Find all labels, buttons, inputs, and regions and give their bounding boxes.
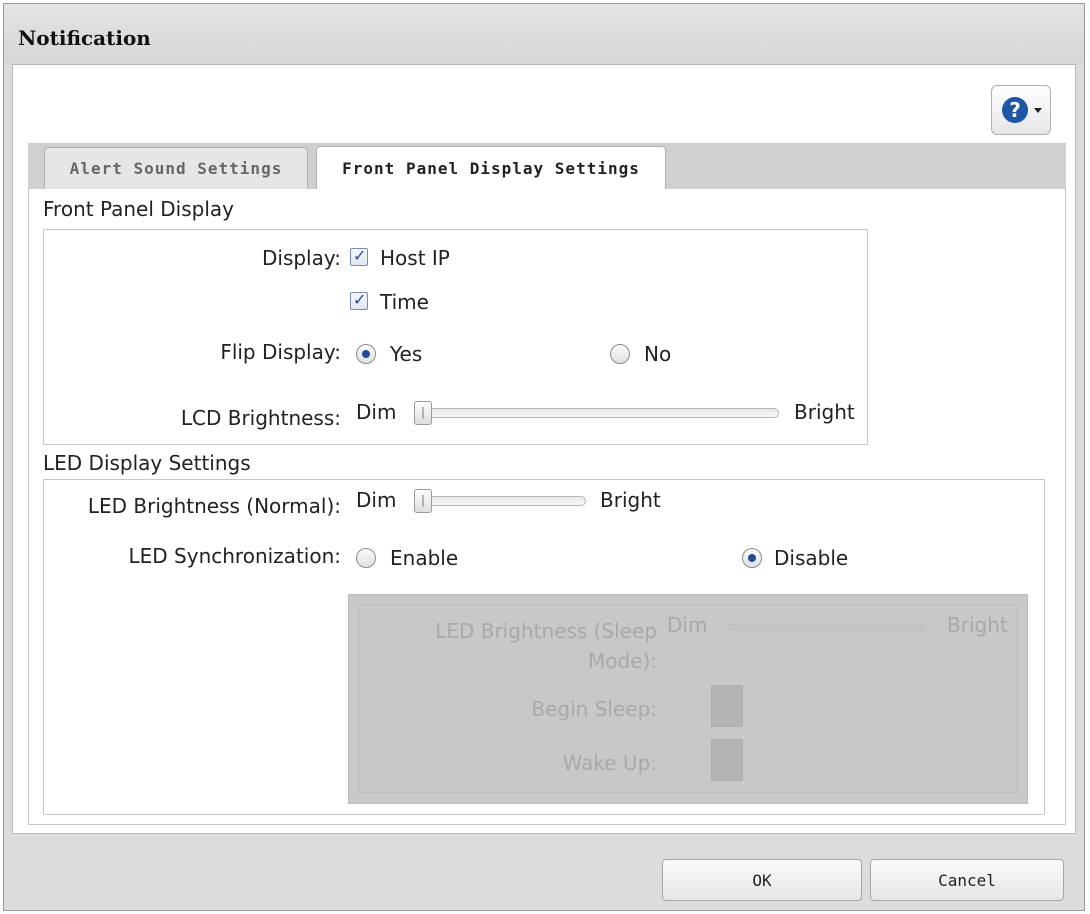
led-sleep-dim-label: Dim: [667, 613, 708, 637]
led-sync-label: LED Synchronization:: [128, 544, 341, 568]
lcd-brightness-slider[interactable]: [414, 408, 779, 418]
led-sleep-label-line1: LED Brightness (Sleep: [435, 619, 657, 643]
front-panel-box: Display: ✓ Host IP ✓ Time Flip Display: …: [43, 229, 868, 445]
time-checkbox[interactable]: ✓: [350, 290, 368, 310]
lcd-dim-label: Dim: [356, 400, 397, 424]
flip-display-label: Flip Display:: [220, 340, 341, 364]
led-normal-dim-label: Dim: [356, 488, 397, 512]
led-box: LED Brightness (Normal): Dim Bright LED …: [43, 479, 1045, 815]
led-normal-slider[interactable]: [414, 496, 586, 506]
flip-no-label: No: [644, 342, 672, 366]
begin-sleep-picker: [711, 685, 743, 727]
led-sleep-slider: [727, 623, 927, 631]
led-section-title: LED Display Settings: [43, 451, 251, 475]
help-button[interactable]: ?: [991, 85, 1051, 135]
wake-up-picker: [711, 739, 743, 781]
flip-yes-label: Yes: [390, 342, 423, 366]
led-normal-bright-label: Bright: [600, 488, 661, 512]
lcd-brightness-label: LCD Brightness:: [180, 406, 341, 430]
led-sync-enable-radio[interactable]: [356, 548, 376, 568]
tab-alert-sound-settings[interactable]: Alert Sound Settings: [44, 147, 308, 189]
chevron-down-icon: [1034, 108, 1042, 113]
led-sleep-bright-label: Bright: [947, 613, 1008, 637]
led-sync-disable-radio[interactable]: [742, 548, 762, 568]
display-label: Display:: [261, 246, 341, 270]
cancel-button[interactable]: Cancel: [870, 859, 1064, 901]
host-ip-label: Host IP: [380, 246, 450, 270]
tab-front-panel-display-settings[interactable]: Front Panel Display Settings: [316, 146, 666, 190]
notification-dialog: Notification ? Alert Sound Settings Fron…: [3, 3, 1085, 911]
flip-no-radio[interactable]: [610, 344, 630, 364]
led-normal-label: LED Brightness (Normal):: [87, 494, 341, 518]
title-bar: Notification: [4, 4, 1084, 64]
tab-strip: Alert Sound Settings Front Panel Display…: [28, 143, 1066, 190]
check-icon: ✓: [353, 290, 367, 309]
check-icon: ✓: [353, 246, 367, 265]
front-panel-section-title: Front Panel Display: [43, 197, 234, 221]
led-sleep-label-line2: Mode):: [587, 649, 657, 673]
dialog-content: ? Alert Sound Settings Front Panel Displ…: [12, 64, 1076, 834]
flip-yes-radio[interactable]: [356, 344, 376, 364]
time-label: Time: [380, 290, 429, 314]
lcd-brightness-handle[interactable]: [414, 401, 432, 425]
lcd-bright-label: Bright: [794, 400, 855, 424]
led-sync-disable-label: Disable: [774, 546, 849, 570]
led-normal-handle[interactable]: [414, 489, 432, 513]
wake-up-label: Wake Up:: [562, 751, 657, 775]
tab-panel: Front Panel Display Display: ✓ Host IP ✓…: [28, 189, 1066, 825]
begin-sleep-label: Begin Sleep:: [531, 697, 657, 721]
ok-button[interactable]: OK: [662, 859, 862, 901]
dialog-title: Notification: [18, 26, 151, 50]
host-ip-checkbox[interactable]: ✓: [350, 246, 368, 266]
help-icon: ?: [1002, 97, 1028, 123]
led-sync-enable-label: Enable: [390, 546, 459, 570]
sleep-settings-disabled-area: LED Brightness (Sleep Mode): Dim Bright …: [348, 594, 1028, 804]
